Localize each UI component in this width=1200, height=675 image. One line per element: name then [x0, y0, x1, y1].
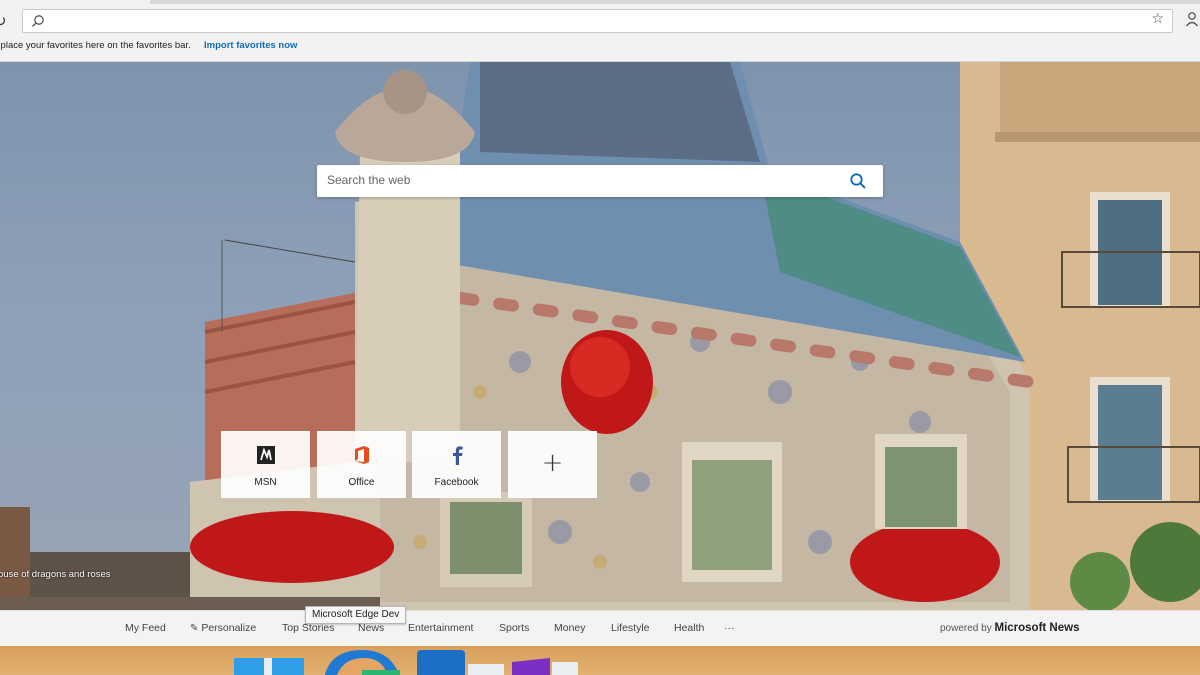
- tile-label: Facebook: [434, 477, 479, 488]
- address-input[interactable]: [53, 12, 1133, 30]
- taskbar: [0, 646, 1200, 675]
- folder-icon[interactable]: [417, 648, 467, 675]
- search-icon: [32, 15, 44, 27]
- tile-office[interactable]: Office: [317, 431, 406, 498]
- web-search-input[interactable]: [327, 173, 827, 187]
- nav-personalize[interactable]: ✎ Personalize: [190, 622, 256, 634]
- image-caption[interactable]: ouse of dragons and roses: [0, 569, 111, 580]
- facebook-icon: [446, 444, 468, 466]
- background-image: [0, 62, 1200, 610]
- edge-icon[interactable]: [322, 648, 402, 675]
- msn-icon: [255, 444, 277, 466]
- tile-label: MSN: [254, 477, 277, 488]
- nav-my-feed[interactable]: My Feed: [125, 622, 166, 634]
- mail-icon[interactable]: [468, 648, 508, 675]
- browser-toolbar: ↻ ☆ o, place your favorites here on the …: [0, 0, 1200, 62]
- news-nav-bar: My Feed ✎ Personalize Top Stories News E…: [0, 610, 1200, 646]
- add-icon: +: [541, 448, 564, 478]
- windows-logo-icon[interactable]: [234, 648, 304, 675]
- refresh-icon[interactable]: ↻: [0, 12, 7, 30]
- favorite-star-icon[interactable]: ☆: [1151, 11, 1164, 27]
- favorites-bar-message: o, place your favorites here on the favo…: [0, 40, 191, 51]
- nav-personalize-label: Personalize: [201, 622, 257, 634]
- address-bar[interactable]: ☆: [22, 9, 1173, 33]
- tab-strip: [150, 0, 1200, 4]
- tile-label: Office: [348, 477, 375, 488]
- pencil-icon: ✎: [190, 623, 199, 634]
- office-icon: [351, 444, 373, 466]
- powered-by-prefix: powered by: [940, 623, 992, 634]
- nav-money[interactable]: Money: [554, 622, 586, 634]
- search-icon[interactable]: [849, 172, 867, 190]
- nav-sports[interactable]: Sports: [499, 622, 529, 634]
- background-illustration: [0, 62, 1200, 610]
- profile-icon[interactable]: [1185, 11, 1199, 27]
- add-tile-button[interactable]: +: [508, 431, 597, 498]
- powered-by-brand: Microsoft News: [994, 622, 1080, 634]
- onenote-icon[interactable]: [512, 648, 582, 675]
- nav-lifestyle[interactable]: Lifestyle: [611, 622, 650, 634]
- powered-by-label: powered by Microsoft News: [940, 622, 1079, 634]
- tile-facebook[interactable]: Facebook: [412, 431, 501, 498]
- web-search-box[interactable]: [317, 165, 883, 197]
- nav-entertainment[interactable]: Entertainment: [408, 622, 473, 634]
- tile-msn[interactable]: MSN: [221, 431, 310, 498]
- import-favorites-link[interactable]: Import favorites now: [204, 40, 297, 51]
- tooltip: Microsoft Edge Dev: [305, 606, 407, 624]
- more-icon[interactable]: ···: [724, 622, 735, 634]
- nav-health[interactable]: Health: [674, 622, 704, 634]
